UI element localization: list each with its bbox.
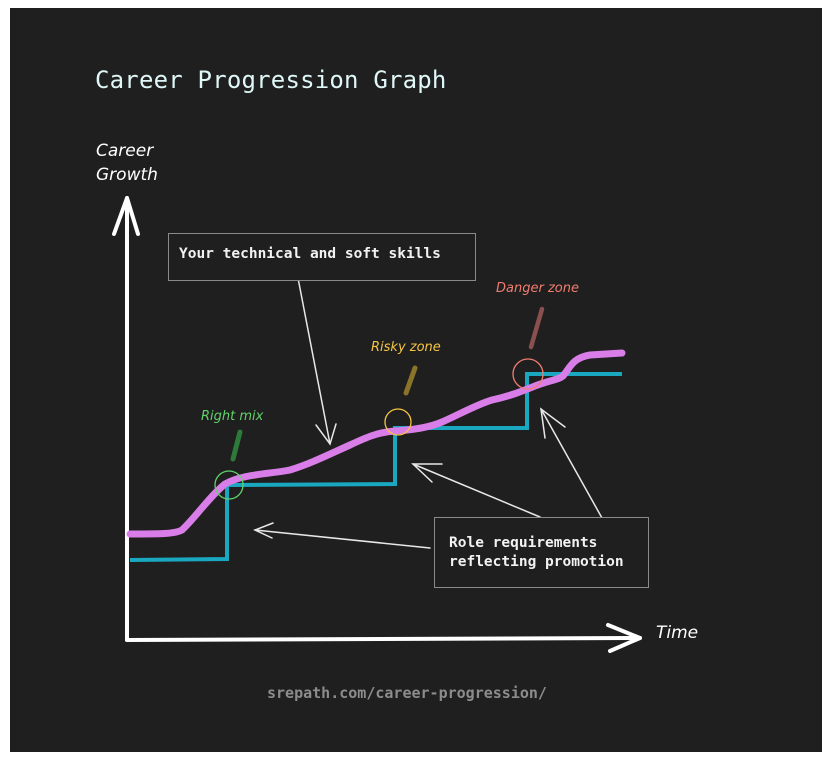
- role-callout-line1: Role requirements: [449, 535, 598, 551]
- page-title: Career Progression Graph: [95, 66, 447, 94]
- role-pointer-arrow-3: [540, 407, 603, 519]
- risky-zone-label: Risky zone: [371, 340, 441, 355]
- role-callout-box: Role requirements reflecting promotion: [434, 517, 649, 588]
- right-mix-label: Right mix: [201, 409, 264, 424]
- diagram-svg: [112, 196, 642, 653]
- x-axis: [125, 623, 642, 653]
- danger-zone-marker: [528, 306, 545, 350]
- skills-pointer-arrow: [297, 277, 337, 446]
- footer-url: srepath.com/career-progression/: [267, 684, 547, 702]
- skills-callout-text: Your technical and soft skills: [179, 246, 441, 262]
- x-axis-label: Time: [656, 623, 699, 643]
- y-axis-label-line1: Career: [96, 141, 154, 161]
- risky-zone-marker: [403, 365, 418, 396]
- danger-zone-label: Danger zone: [496, 281, 579, 296]
- skills-curve: [126, 349, 626, 538]
- role-pointer-arrow-2: [411, 463, 541, 518]
- y-axis: [112, 196, 140, 642]
- y-axis-label-line2: Growth: [96, 165, 158, 185]
- right-mix-marker: [230, 429, 243, 462]
- role-callout-line2: reflecting promotion: [449, 554, 624, 570]
- role-pointer-arrow-1: [253, 522, 431, 549]
- skills-callout-box: Your technical and soft skills: [168, 233, 476, 281]
- diagram-canvas: Career Progression Graph Career Growth T…: [10, 8, 822, 752]
